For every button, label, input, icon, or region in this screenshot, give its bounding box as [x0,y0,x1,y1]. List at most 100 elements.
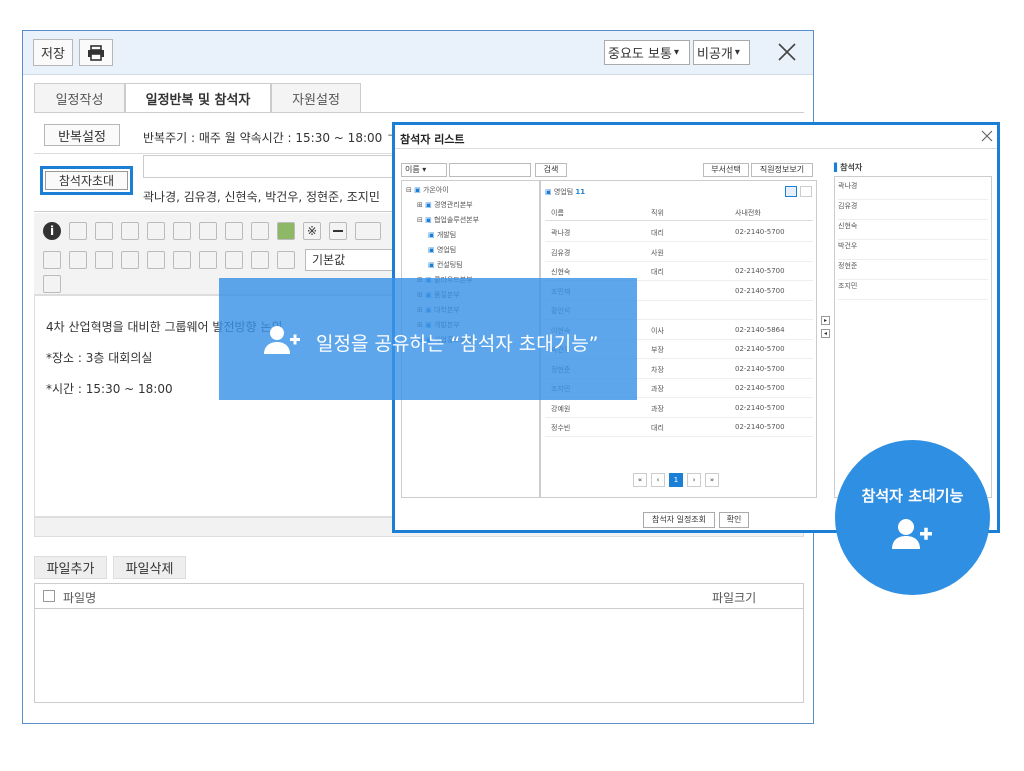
participant-item[interactable]: 곽나경 [838,181,988,200]
file-table-header: 파일명 파일크기 [35,584,803,609]
search-button[interactable]: 검색 [535,163,567,177]
page-button[interactable]: › [687,473,701,487]
list-view-icon[interactable] [785,186,797,197]
close-button[interactable] [776,41,798,63]
table-icon[interactable] [43,251,61,269]
team-header: ▣ 영업팀 11 [545,187,585,197]
redo-icon[interactable] [121,222,139,240]
cell-name: 곽나경 [551,229,571,237]
repeat-settings-button[interactable]: 반복설정 [44,124,120,146]
participant-input[interactable] [143,155,393,178]
participant-schedule-button[interactable]: 참석자 일정조회 [643,512,715,528]
tree-node[interactable]: ▣ 개발팀 [428,230,456,240]
search-input[interactable] [449,163,531,177]
invited-names: 곽나경, 김유경, 신현숙, 박건우, 정현준, 조지민 [143,190,380,204]
cell-phone: 02-2140-5700 [735,403,785,412]
cell-name: 정수빈 [551,424,571,432]
chevron-down-icon: ▾ [673,47,679,58]
member-info-button[interactable]: 직원정보보기 [751,163,813,177]
cut-icon[interactable] [173,222,191,240]
editor-line-2: *장소 : 3층 대회의실 [46,351,153,365]
folder-icon: ▣ [428,246,437,254]
paste-icon[interactable] [147,222,165,240]
folder-icon: ▣ [411,186,423,194]
format-paint-icon[interactable] [199,222,217,240]
page-button[interactable]: « [633,473,647,487]
page-button[interactable]: 1 [669,473,683,487]
list-icon[interactable] [355,222,381,240]
modal-title: 참석자 리스트 [400,133,465,146]
tree-node[interactable]: ⊟ ▣ 협업솔루션본부 [417,215,479,225]
participant-item[interactable]: 조지민 [838,281,988,300]
importance-select[interactable]: 중요도 보통 ▾ [604,40,690,65]
print-button[interactable] [79,39,113,66]
horizontal-line-icon[interactable] [329,222,347,240]
invite-participants-button[interactable]: 참석자초대 [45,171,128,190]
align-center-icon[interactable] [173,251,191,269]
table-row[interactable]: 곽나경 대리 02-2140-5700 [545,223,813,242]
visibility-select[interactable]: 비공개 ▾ [693,40,750,65]
indent-icon[interactable] [251,251,269,269]
select-all-checkbox[interactable] [43,590,55,602]
search-type-select[interactable]: 이름 ▾ [401,163,447,177]
tab-schedule-write[interactable]: 일정작성 [34,83,125,113]
col-name: 이름 [551,209,564,217]
tree-node-label: 가온아이 [422,186,449,194]
add-file-button[interactable]: 파일추가 [34,556,107,579]
close-icon [778,43,796,61]
tree-node-label: 협업솔루션본부 [433,216,480,224]
grid-view-icon[interactable] [800,186,812,197]
cell-name: 강예원 [551,404,571,413]
table-row[interactable]: 김유경 사원 [545,243,813,262]
link-icon[interactable] [225,222,243,240]
save-button[interactable]: 저장 [33,39,73,66]
tree-node[interactable]: ▣ 영업팀 [428,245,456,255]
document-icon[interactable] [277,251,295,269]
participant-item[interactable]: 정현준 [838,261,988,280]
badge-text: 참석자 초대기능 [861,487,964,505]
participant-item[interactable]: 신현숙 [838,221,988,240]
unlink-icon[interactable] [251,222,269,240]
table-row[interactable]: 정수빈 대리 02-2140-5700 [545,418,813,437]
folder-icon: ▣ [428,261,437,269]
tree-node-label: 개발팀 [436,231,457,239]
tab-repeat-participants[interactable]: 일정반복 및 참석자 [125,83,271,113]
info-icon[interactable]: i [43,222,61,240]
cell-position: 대리 [651,424,664,432]
col-position: 직위 [651,209,664,217]
align-left-icon[interactable] [147,251,165,269]
tree-node[interactable]: ⊞ ▣ 경영관리본부 [417,200,473,210]
fill-color-icon[interactable] [95,251,113,269]
drop-icon[interactable] [121,251,139,269]
align-right-icon[interactable] [199,251,217,269]
undo-icon[interactable] [95,222,113,240]
participant-item[interactable]: 박건우 [838,241,988,260]
tab-resource[interactable]: 자원설정 [271,83,361,113]
overlay-text: 일정을 공유하는 “참석자 초대기능” [316,333,599,355]
special-char-icon[interactable]: ※ [303,222,321,240]
modal-close-button[interactable] [980,129,994,143]
preview-icon[interactable] [43,275,61,293]
cell-phone: 02-2140-5700 [735,423,785,431]
dept-select-button[interactable]: 부서선택 [703,163,749,177]
confirm-button[interactable]: 확인 [719,512,749,528]
table-row[interactable]: 강예원 과장 02-2140-5700 [545,399,813,418]
add-arrow-button[interactable]: ▸ [821,316,830,325]
cell-phone: 02-2140-5700 [735,286,785,295]
tree-node[interactable]: ▣ 컨설팅팀 [428,260,463,270]
print-icon[interactable] [69,222,87,240]
page-button[interactable]: » [705,473,719,487]
page-button[interactable]: ‹ [651,473,665,487]
column-icon[interactable] [69,251,87,269]
cell-name: 김유경 [551,248,571,257]
col-phone: 사내전화 [735,209,761,217]
participant-item[interactable]: 김유경 [838,201,988,220]
font-select[interactable]: 기본값 [305,249,395,271]
file-size-header: 파일크기 [712,591,757,605]
remove-arrow-button[interactable]: ◂ [821,329,830,338]
align-justify-icon[interactable] [225,251,243,269]
tree-node[interactable]: ⊟ ▣ 가온아이 [406,185,449,195]
cell-phone: 02-2140-5864 [735,325,785,334]
delete-file-button[interactable]: 파일삭제 [113,556,186,579]
image-icon[interactable] [277,222,295,240]
